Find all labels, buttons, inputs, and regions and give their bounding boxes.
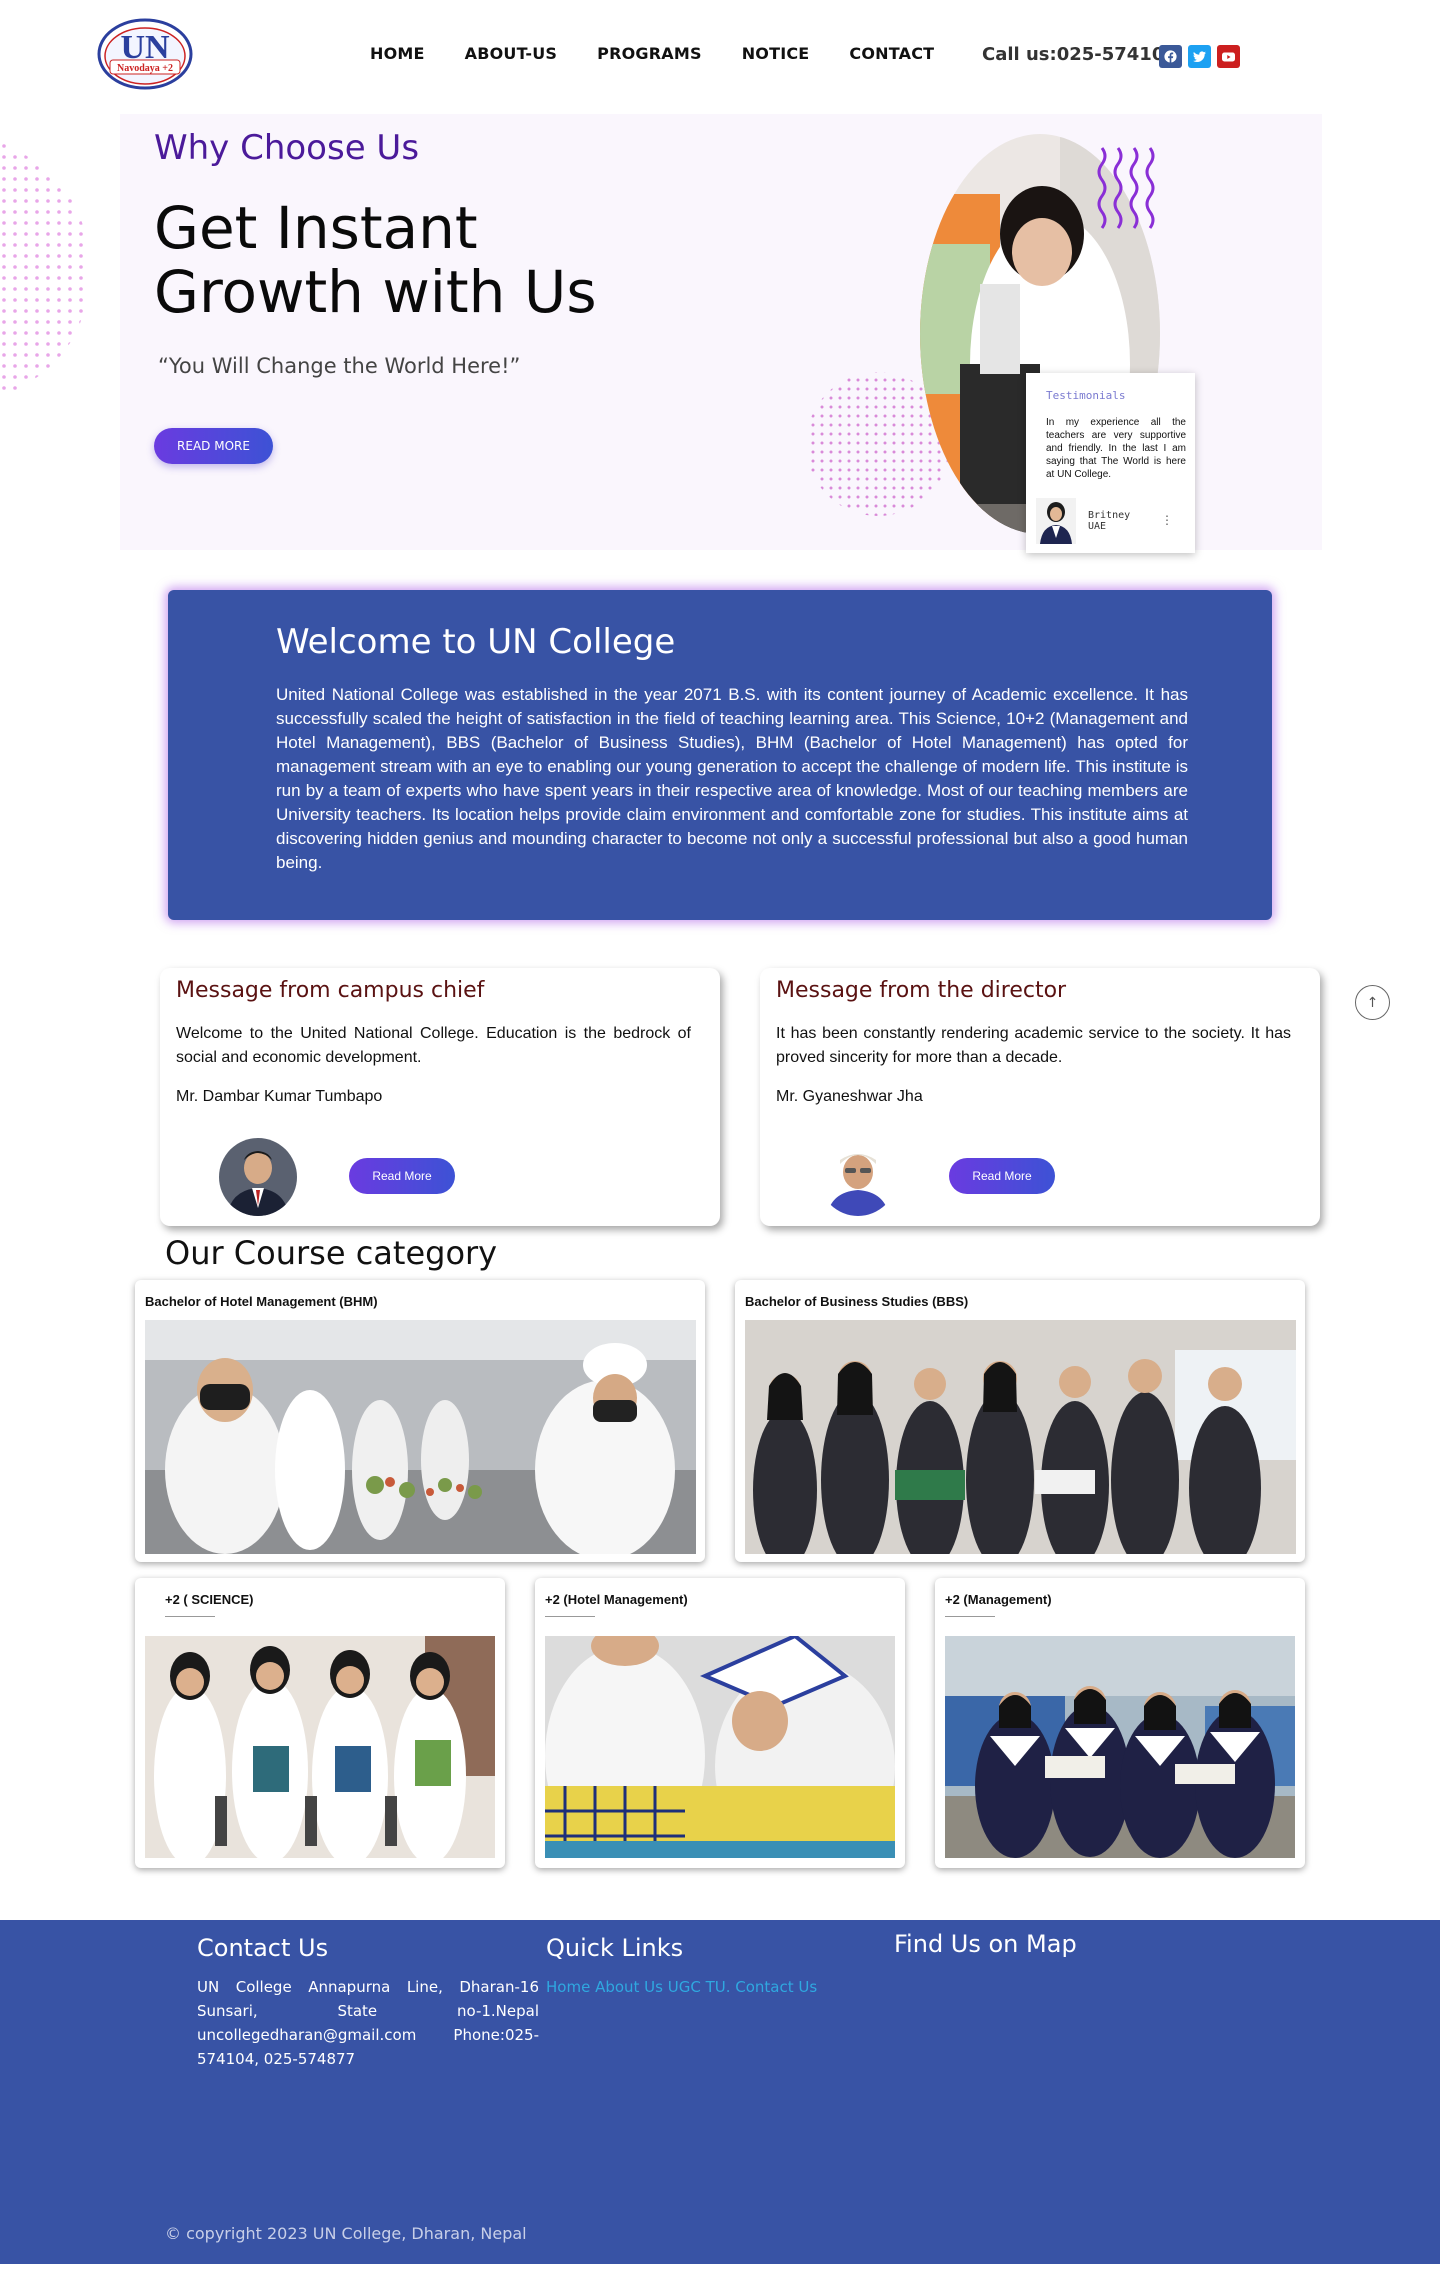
- label-underline: [545, 1616, 595, 1617]
- message-author: Mr. Dambar Kumar Tumbapo: [176, 1088, 383, 1105]
- course-label: Bachelor of Business Studies (BBS): [745, 1294, 969, 1309]
- campus-chief-avatar: [219, 1138, 297, 1216]
- more-options-icon[interactable]: ⋮: [1161, 513, 1173, 527]
- hero-kicker: Why Choose Us: [154, 128, 420, 168]
- message-title: Message from campus chief: [176, 978, 485, 1003]
- testimonial-name: Britney: [1088, 510, 1131, 521]
- message-campus-chief-card: Message from campus chief Welcome to the…: [160, 968, 720, 1226]
- footer-quick-links[interactable]: Home About Us UGC TU. Contact Us: [546, 1975, 848, 1999]
- welcome-body: United National College was established …: [276, 685, 1188, 872]
- footer-quick-links-title: Quick Links: [546, 1934, 684, 1962]
- testimonial-location: UAE: [1088, 521, 1107, 532]
- course-label: Bachelor of Hotel Management (BHM): [145, 1294, 378, 1309]
- course-card-management[interactable]: +2 (Management): [935, 1578, 1305, 1868]
- welcome-section: Welcome to UN College United National Co…: [168, 590, 1272, 920]
- nav-notice[interactable]: NOTICE: [742, 44, 810, 63]
- course-label: +2 ( SCIENCE): [165, 1592, 254, 1607]
- director-read-more-button[interactable]: Read More: [949, 1158, 1055, 1194]
- scroll-to-top-icon[interactable]: ↑: [1355, 985, 1390, 1020]
- welcome-title: Welcome to UN College: [276, 622, 676, 662]
- course-card-bhm[interactable]: Bachelor of Hotel Management (BHM): [135, 1280, 705, 1562]
- label-underline: [165, 1616, 215, 1617]
- nav-home[interactable]: HOME: [370, 44, 425, 63]
- bbs-course-image: [745, 1320, 1296, 1554]
- site-header: UN Navodaya +2 HOME ABOUT-US PROGRAMS NO…: [0, 0, 1440, 112]
- course-card-hotel-management[interactable]: +2 (Hotel Management): [535, 1578, 905, 1868]
- nav-contact[interactable]: CONTACT: [849, 44, 934, 63]
- hotel-management-course-image: [545, 1636, 895, 1858]
- svg-text:Navodaya +2: Navodaya +2: [117, 63, 173, 74]
- nav-about-us[interactable]: ABOUT-US: [465, 44, 558, 63]
- social-links: [1159, 45, 1240, 68]
- twitter-icon[interactable]: [1188, 45, 1211, 68]
- footer-map-title: Find Us on Map: [894, 1930, 1077, 1958]
- director-avatar: [819, 1138, 897, 1216]
- management-course-image: [945, 1636, 1295, 1858]
- decorative-dot-pattern: [0, 142, 89, 398]
- page: UN Navodaya +2 HOME ABOUT-US PROGRAMS NO…: [0, 0, 1440, 2284]
- footer-contact-text: UN College Annapurna Line, Dharan-16 Sun…: [197, 1978, 539, 2068]
- message-director-card: Message from the director It has been co…: [760, 968, 1320, 1226]
- science-course-image: [145, 1636, 495, 1858]
- label-underline: [945, 1616, 995, 1617]
- site-footer: Contact Us UN College Annapurna Line, Dh…: [0, 1920, 1440, 2264]
- nav-programs[interactable]: PROGRAMS: [597, 44, 702, 63]
- testimonial-person: Britney UAE: [1036, 498, 1130, 544]
- footer-copyright: © copyright 2023 UN College, Dharan, Nep…: [165, 2224, 527, 2243]
- message-title: Message from the director: [776, 978, 1067, 1003]
- message-text: It has been constantly rendering academi…: [776, 1025, 1291, 1066]
- course-card-science[interactable]: +2 ( SCIENCE): [135, 1578, 505, 1868]
- bhm-course-image: [145, 1320, 696, 1554]
- hero-read-more-button[interactable]: READ MORE: [154, 428, 273, 464]
- course-card-bbs[interactable]: Bachelor of Business Studies (BBS): [735, 1280, 1305, 1562]
- footer-contact-title: Contact Us: [197, 1934, 329, 1962]
- campus-chief-read-more-button[interactable]: Read More: [349, 1158, 455, 1194]
- message-author: Mr. Gyaneshwar Jha: [776, 1088, 923, 1105]
- message-text: Welcome to the United National College. …: [176, 1025, 691, 1066]
- course-label: +2 (Hotel Management): [545, 1592, 688, 1607]
- hero-title: Get Instant Growth with Us: [154, 194, 597, 326]
- testimonial-text: In my experience all the teachers are ve…: [1046, 417, 1186, 480]
- youtube-icon[interactable]: [1217, 45, 1240, 68]
- facebook-icon[interactable]: [1159, 45, 1182, 68]
- call-us-text: Call us:025-574104: [982, 44, 1177, 65]
- testimonial-card: Testimonials In my experience all the te…: [1026, 373, 1195, 553]
- main-nav: HOME ABOUT-US PROGRAMS NOTICE CONTACT: [370, 44, 934, 63]
- college-logo[interactable]: UN Navodaya +2: [96, 16, 194, 92]
- course-label: +2 (Management): [945, 1592, 1052, 1607]
- testimonial-title: Testimonials: [1046, 389, 1126, 402]
- testimonial-avatar: [1036, 498, 1076, 544]
- hero-quote: “You Will Change the World Here!”: [158, 354, 521, 378]
- course-category-title: Our Course category: [165, 1234, 498, 1272]
